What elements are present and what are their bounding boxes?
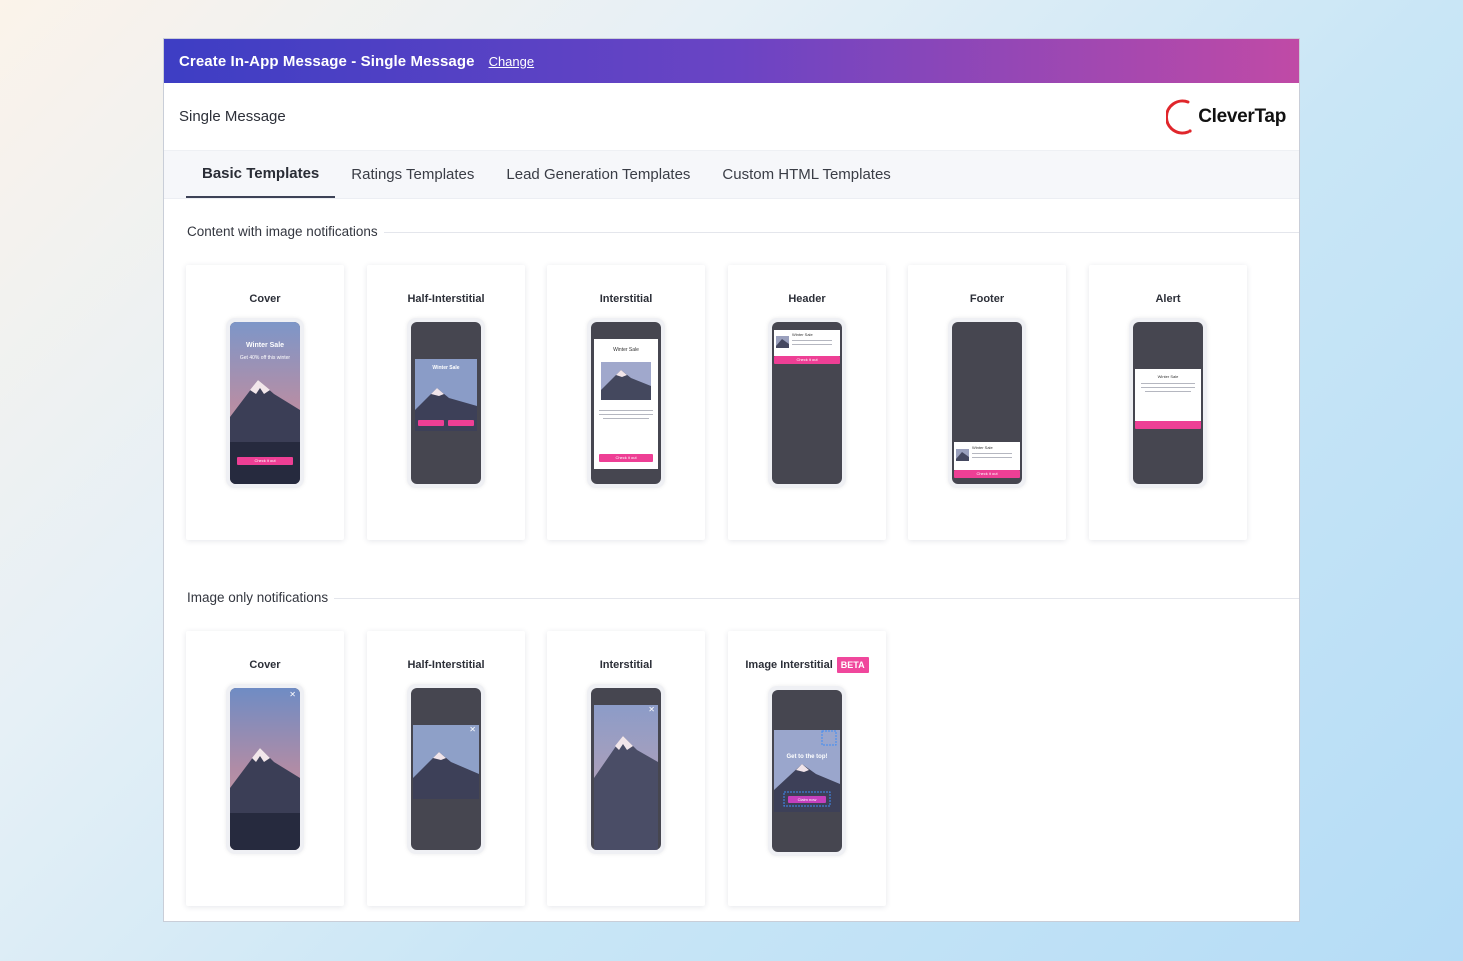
phone-preview: Winter Sale Check it out [768,318,846,488]
text-line [1141,383,1195,384]
preview-title: Winter Sale [1157,374,1179,379]
card-label: Header [788,293,826,305]
preview-title: Winter Sale [972,445,993,450]
close-icon: ✕ [289,690,296,699]
template-card-image-interstitial[interactable]: Interstitial ✕ [547,631,705,906]
phone-screen: ✕ [591,688,661,850]
card-label: Interstitial [599,659,653,671]
template-card-image-cover[interactable]: Cover ✕ [186,631,344,906]
change-link[interactable]: Change [489,54,535,69]
preview-title: Get to the top! [786,754,828,760]
phone-screen: ✕ [411,688,481,850]
in-app-message-window: Create In-App Message - Single Message C… [163,38,1300,922]
template-card-header[interactable]: Header Winter Sale Check it out [728,265,886,540]
phone-screen: Get to the top! Claim now [772,690,842,852]
phone-preview: Winter Sale Get 40% off this winter Chec… [226,318,304,488]
preview-title: Winter Sale [432,365,460,371]
template-card-cover[interactable]: Cover Winter Sale Get 40% off this winte… [186,265,344,540]
template-card-interstitial[interactable]: Interstitial Winter Sale Check it out [547,265,705,540]
phone-preview: ✕ [587,684,665,854]
card-label: Interstitial [599,293,653,305]
close-icon: ✕ [469,725,476,734]
mountain-image [230,688,300,850]
text-line [599,410,653,411]
preview-button: Check it out [954,470,1020,478]
phone-preview: ✕ [407,684,485,854]
mountain-thumb [956,449,969,461]
subheader: Single Message CleverTap [164,83,1299,151]
preview-title: Winter Sale [245,342,285,349]
template-tabs: Basic Templates Ratings Templates Lead G… [164,151,1299,199]
logo-text: CleverTap [1198,105,1286,127]
preview-button: Check it out [237,457,293,465]
card-label: Image Interstitial BETA [728,657,886,673]
preview-button [1135,421,1201,429]
phone-screen: Winter Sale Get 40% off this winter Chec… [230,322,300,484]
preview-title: Winter Sale [792,332,813,337]
tab-custom-html-templates[interactable]: Custom HTML Templates [706,151,906,198]
page-subtitle: Single Message [179,108,286,125]
template-card-footer[interactable]: Footer Winter Sale Check it out [908,265,1066,540]
preview-button-left [418,420,444,426]
template-card-alert[interactable]: Alert Winter Sale [1089,265,1247,540]
close-icon: ✕ [648,705,655,714]
mountain-image [774,730,840,812]
clevertap-logo-icon [1166,99,1192,134]
text-line [792,344,832,345]
template-card-half-interstitial[interactable]: Half-Interstitial Winter Sale [367,265,525,540]
text-line [1141,387,1195,388]
tab-basic-templates[interactable]: Basic Templates [186,151,336,198]
phone-screen: Winter Sale Check it out [952,322,1022,484]
phone-screen: Winter Sale Check it out [772,322,842,484]
clevertap-logo: CleverTap [1166,98,1286,136]
card-label-text: Image Interstitial [745,659,833,671]
template-card-image-half-interstitial[interactable]: Half-Interstitial ✕ [367,631,525,906]
title-bar: Create In-App Message - Single Message C… [164,39,1299,83]
mountain-image [415,359,477,431]
text-line [1145,391,1191,392]
card-label: Alert [1155,293,1181,305]
text-line [792,340,832,341]
card-label: Cover [249,293,281,305]
section-divider [187,598,1299,599]
window-title: Create In-App Message - Single Message [179,52,475,70]
phone-preview: Get to the top! Claim now [768,686,846,856]
section-title-image-only: Image only notifications [187,590,335,605]
card-label: Footer [969,293,1005,305]
preview-button: Check it out [774,356,840,364]
card-label: Cover [249,659,281,671]
phone-screen: Winter Sale Check it out [591,322,661,484]
preview-button: Check it out [599,454,653,462]
phone-preview: Winter Sale [407,318,485,488]
card-label: Half-Interstitial [407,293,485,305]
phone-preview: ✕ [226,684,304,854]
template-card-image-interstitial-beta[interactable]: Image Interstitial BETA Get to the top! C… [728,631,886,906]
phone-preview: Winter Sale Check it out [587,318,665,488]
mountain-image [413,725,479,799]
text-line [599,414,653,415]
preview-button-right [448,420,474,426]
text-line [972,457,1012,458]
section-title-content-with-image: Content with image notifications [187,224,384,239]
tab-ratings-templates[interactable]: Ratings Templates [335,151,490,198]
phone-preview: Winter Sale [1129,318,1207,488]
preview-button: Claim now [788,796,826,803]
phone-screen: Winter Sale [411,322,481,484]
phone-screen: Winter Sale [1133,322,1203,484]
mountain-thumb [776,336,789,348]
text-line [603,418,649,419]
phone-screen: ✕ [230,688,300,850]
text-line [972,453,1012,454]
tab-lead-generation-templates[interactable]: Lead Generation Templates [490,151,706,198]
phone-preview: Winter Sale Check it out [948,318,1026,488]
card-label: Half-Interstitial [407,659,485,671]
beta-badge: BETA [836,657,869,673]
preview-subtitle: Get 40% off this winter [239,355,291,361]
